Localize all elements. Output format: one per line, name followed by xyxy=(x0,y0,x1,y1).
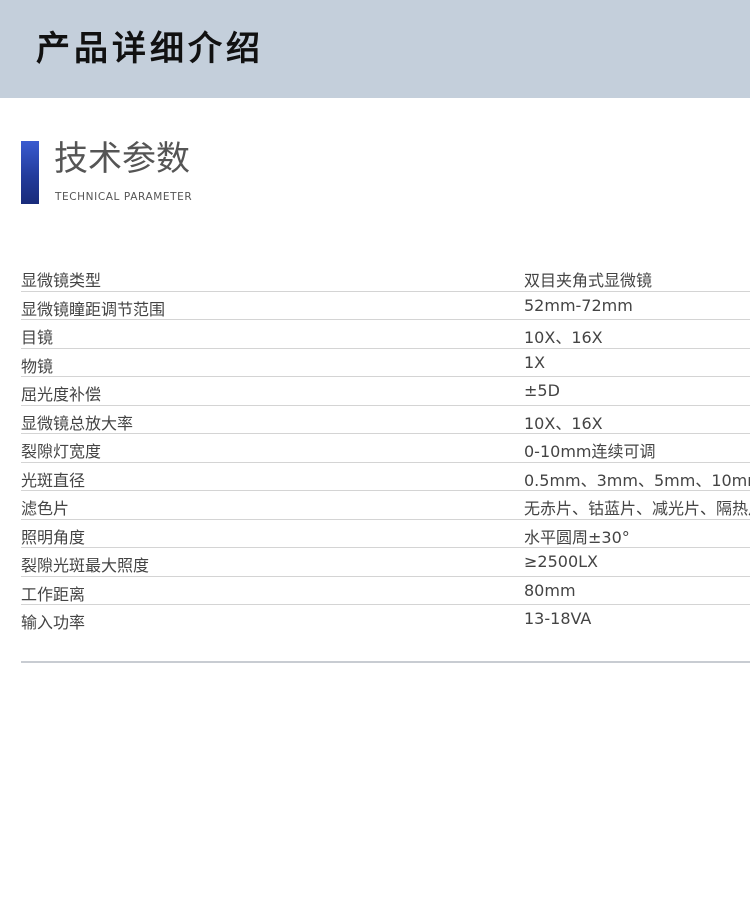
spec-label: 屈光度补偿 xyxy=(21,385,102,404)
spec-label: 物镜 xyxy=(21,356,54,376)
spec-label: 裂隙灯宽度 xyxy=(21,442,102,461)
spec-row: 屈光度补偿 ±5D xyxy=(21,377,750,406)
spec-label: 照明角度 xyxy=(21,527,86,547)
spec-label: 输入功率 xyxy=(21,613,86,632)
section-header: 技术参数 TECHNICAL PARAMETER xyxy=(21,139,421,205)
spec-value: 0-10mm连续可调 xyxy=(524,442,656,461)
section-accent-bar xyxy=(21,141,39,204)
spec-row: 滤色片 无赤片、钴蓝片、减光片、隔热片 xyxy=(21,491,750,520)
spec-value: 无赤片、钴蓝片、减光片、隔热片 xyxy=(524,499,750,518)
spec-value: 80mm xyxy=(524,580,576,600)
spec-row: 裂隙灯宽度 0-10mm连续可调 xyxy=(21,434,750,463)
banner-title: 产品详细介绍 xyxy=(36,29,264,69)
spec-row: 显微镜总放大率 10X、16X xyxy=(21,406,750,434)
spec-row: 照明角度 水平圆周±30° xyxy=(21,520,750,548)
section-title: 技术参数 xyxy=(54,139,190,179)
spec-row: 工作距离 80mm xyxy=(21,577,750,605)
spec-table: 显微镜类型 双目夹角式显微镜 显微镜瞳距调节范围 52mm-72mm 目镜 10… xyxy=(21,263,750,634)
spec-value: 水平圆周±30° xyxy=(524,527,630,547)
spec-row: 显微镜瞳距调节范围 52mm-72mm xyxy=(21,292,750,320)
spec-value: 10X、16X xyxy=(524,413,603,433)
spec-value: 0.5mm、3mm、5mm、10mm xyxy=(524,470,750,490)
spec-label: 显微镜总放大率 xyxy=(21,413,134,433)
spec-row: 目镜 10X、16X xyxy=(21,320,750,349)
spec-label: 目镜 xyxy=(21,328,54,347)
top-banner: 产品详细介绍 xyxy=(0,0,750,98)
spec-value: ≥2500LX xyxy=(524,552,598,571)
spec-value: 13-18VA xyxy=(524,609,592,628)
spec-row: 光斑直径 0.5mm、3mm、5mm、10mm xyxy=(21,463,750,491)
spec-label: 显微镜类型 xyxy=(21,271,102,290)
spec-value: 10X、16X xyxy=(524,328,603,347)
spec-row: 输入功率 13-18VA xyxy=(21,605,750,634)
spec-value: 1X xyxy=(524,352,546,372)
section-subtitle: TECHNICAL PARAMETER xyxy=(55,191,193,203)
spec-label: 光斑直径 xyxy=(21,470,86,490)
spec-label: 滤色片 xyxy=(21,499,70,518)
spec-value: ±5D xyxy=(524,381,560,400)
spec-label: 工作距离 xyxy=(21,584,86,604)
spec-row: 物镜 1X xyxy=(21,349,750,377)
spec-row: 裂隙光斑最大照度 ≥2500LX xyxy=(21,548,750,577)
spec-label: 显微镜瞳距调节范围 xyxy=(21,299,166,319)
spec-value: 双目夹角式显微镜 xyxy=(524,271,653,290)
spec-label: 裂隙光斑最大照度 xyxy=(21,556,150,575)
spec-row: 显微镜类型 双目夹角式显微镜 xyxy=(21,263,750,292)
bottom-divider xyxy=(21,661,750,663)
spec-value: 52mm-72mm xyxy=(524,295,633,315)
